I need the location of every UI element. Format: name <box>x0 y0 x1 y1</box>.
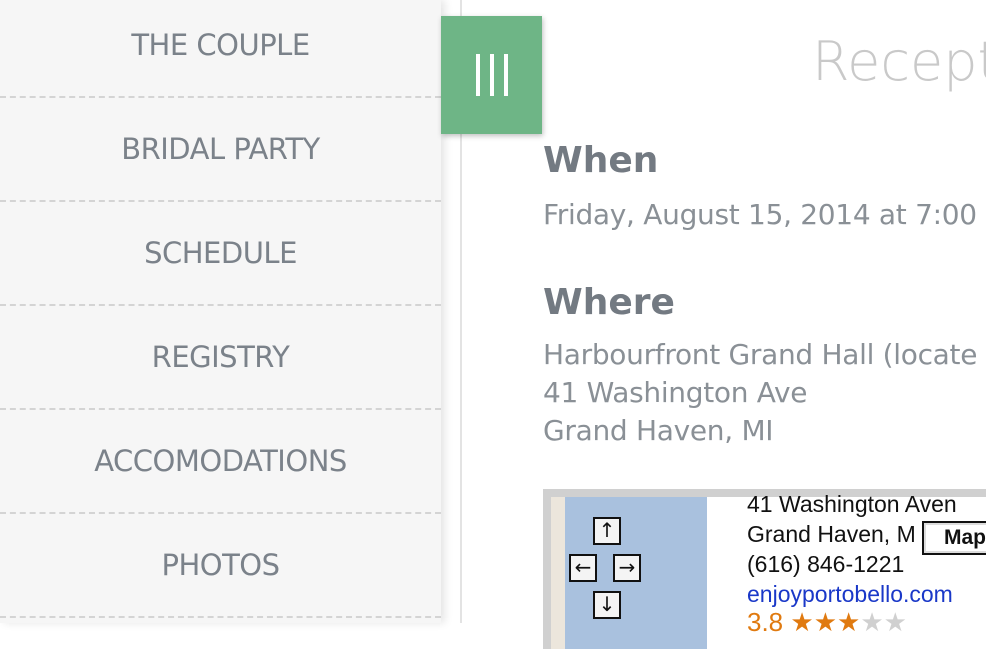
map-panel: ↑ ← → ↓ 41 Washington Aven Grand Haven, … <box>551 491 986 649</box>
pan-up-icon[interactable]: ↑ <box>593 517 621 545</box>
nav-item-label: THE COUPLE <box>131 28 310 62</box>
nav-item-label: BRIDAL PARTY <box>121 132 320 166</box>
rating-value: 3.8 <box>747 607 784 637</box>
nav-item-label: PHOTOS <box>161 548 280 582</box>
pan-down-icon[interactable]: ↓ <box>593 591 621 619</box>
nav-item-schedule[interactable]: SCHEDULE <box>0 202 441 306</box>
sidebar-nav: THE COUPLE BRIDAL PARTY SCHEDULE REGISTR… <box>0 0 441 623</box>
page-title: Recept <box>812 30 986 93</box>
map-address-line2: Grand Haven, M <box>747 521 916 547</box>
rating-stars-icon: ★★★★★ <box>790 607 907 637</box>
nav-item-label: ACCOMODATIONS <box>94 444 347 478</box>
nav-item-bridal-party[interactable]: BRIDAL PARTY <box>0 98 441 202</box>
nav-item-label: SCHEDULE <box>144 236 297 270</box>
map-tiles[interactable]: ↑ ← → ↓ <box>551 497 707 649</box>
nav-item-photos[interactable]: PHOTOS <box>0 514 441 618</box>
venue-street: 41 Washington Ave <box>543 376 808 409</box>
nav-item-accomodations[interactable]: ACCOMODATIONS <box>0 410 441 514</box>
venue-name: Harbourfront Grand Hall (locate <box>543 338 978 371</box>
menu-toggle-button[interactable] <box>441 16 542 134</box>
map-address-line1: 41 Washington Aven <box>747 491 957 517</box>
nav-item-registry[interactable]: REGISTRY <box>0 306 441 410</box>
venue-city: Grand Haven, MI <box>543 414 774 447</box>
nav-item-label: REGISTRY <box>151 340 290 374</box>
event-datetime: Friday, August 15, 2014 at 7:00 P <box>543 198 986 231</box>
when-heading: When <box>543 140 659 181</box>
pan-left-icon[interactable]: ← <box>569 554 597 582</box>
map-phone: (616) 846-1221 <box>747 551 905 577</box>
pan-right-icon[interactable]: → <box>613 554 641 582</box>
where-heading: Where <box>543 282 675 323</box>
map-type-button[interactable]: Map <box>922 521 986 555</box>
map-widget[interactable]: ↑ ← → ↓ 41 Washington Aven Grand Haven, … <box>543 489 986 649</box>
nav-item-the-couple[interactable]: THE COUPLE <box>0 0 441 98</box>
menu-bars-icon <box>475 54 508 96</box>
map-website-link[interactable]: enjoyportobello.com <box>747 581 953 608</box>
map-land <box>551 497 565 649</box>
